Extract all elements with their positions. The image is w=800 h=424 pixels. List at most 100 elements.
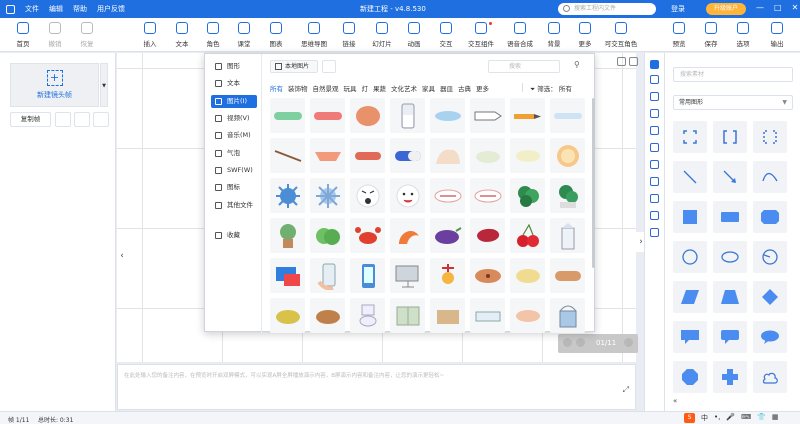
category-video[interactable]: 视频(V) bbox=[211, 112, 257, 125]
category-favorites[interactable]: 收藏 bbox=[211, 229, 257, 242]
asset-item-sticker-a[interactable] bbox=[430, 178, 465, 213]
category-other-files[interactable]: 其他文件 bbox=[211, 199, 257, 212]
category-music[interactable]: 音乐(M) bbox=[211, 129, 257, 142]
swf-tab-icon[interactable] bbox=[650, 177, 659, 186]
tag-furniture[interactable]: 家具 bbox=[422, 83, 435, 93]
asset-item-leaf-cluster[interactable] bbox=[510, 178, 545, 213]
asset-item-green-bar[interactable] bbox=[270, 98, 305, 133]
interactive-role-button[interactable]: 可交互角色 bbox=[599, 22, 643, 48]
icons-tab-icon[interactable] bbox=[650, 194, 659, 203]
asset-item-label-tag[interactable] bbox=[470, 98, 505, 133]
shape-curve[interactable] bbox=[753, 161, 787, 193]
asset-item-angry-face[interactable] bbox=[350, 178, 385, 213]
asset-item-milk-carton[interactable] bbox=[550, 218, 585, 253]
tag-lamps[interactable]: 灯 bbox=[362, 83, 369, 93]
interactive-component-button[interactable]: 交互组件 bbox=[464, 22, 498, 48]
ruler-icon[interactable] bbox=[629, 57, 638, 66]
asset-item-foam[interactable] bbox=[510, 138, 545, 173]
tag-decorations[interactable]: 装饰物 bbox=[288, 83, 308, 93]
chart-button[interactable]: 图表 bbox=[261, 22, 291, 48]
asset-item-pancake[interactable] bbox=[550, 138, 585, 173]
sogou-ime-icon[interactable]: S bbox=[684, 413, 695, 423]
shape-ellipse[interactable] bbox=[713, 241, 747, 273]
next-page-icon[interactable] bbox=[624, 338, 633, 347]
animation-button[interactable]: 动画 bbox=[399, 22, 429, 48]
asset-item-monitor[interactable] bbox=[390, 258, 425, 293]
shape-frame[interactable] bbox=[673, 121, 707, 153]
shape-speech-rect[interactable] bbox=[673, 321, 707, 353]
material-search-input[interactable]: 搜索素材 bbox=[673, 67, 793, 82]
project-search-input[interactable]: 搜索工程内文件 bbox=[558, 3, 656, 15]
asset-item-potted-plant[interactable] bbox=[270, 218, 305, 253]
tag-classical[interactable]: 古典 bbox=[458, 83, 471, 93]
classroom-button[interactable]: 课堂 bbox=[229, 22, 259, 48]
asset-item-virus-light[interactable] bbox=[310, 178, 345, 213]
asset-item-lemon[interactable] bbox=[510, 258, 545, 293]
asset-item-window[interactable] bbox=[390, 298, 425, 333]
category-shapes[interactable]: 图形 bbox=[211, 60, 257, 73]
login-link[interactable]: 登录 bbox=[671, 4, 685, 14]
notes-area[interactable]: 在此处输入您的备注内容，在预览时开启双屏模式，可以实现A屏全屏播放演示内容，B屏… bbox=[117, 364, 636, 410]
shape-trapezoid[interactable] bbox=[713, 281, 747, 313]
link-button[interactable]: 链接 bbox=[334, 22, 364, 48]
asset-item-plant[interactable] bbox=[550, 178, 585, 213]
collapse-left-icon[interactable]: ‹ bbox=[117, 246, 127, 266]
category-image[interactable]: 图片(I) bbox=[211, 95, 257, 108]
home-button[interactable]: 首页 bbox=[8, 22, 38, 48]
shape-circle[interactable] bbox=[673, 241, 707, 273]
tag-toys[interactable]: 玩具 bbox=[344, 83, 357, 93]
asset-item-bread[interactable] bbox=[550, 258, 585, 293]
asset-item-lettuce[interactable] bbox=[310, 218, 345, 253]
category-text[interactable]: 文本 bbox=[211, 77, 257, 90]
asset-item-cherries[interactable] bbox=[510, 218, 545, 253]
asset-item-bluebar[interactable] bbox=[550, 98, 585, 133]
menu-help[interactable]: 帮助 bbox=[73, 4, 87, 14]
local-image-button[interactable]: 本地图片 bbox=[270, 60, 318, 73]
background-button[interactable]: 背景 bbox=[539, 22, 569, 48]
bubble-tab-icon[interactable] bbox=[650, 160, 659, 169]
shape-cloud[interactable] bbox=[753, 361, 787, 393]
camera-icon[interactable] bbox=[55, 112, 71, 127]
tag-all[interactable]: 所有 bbox=[270, 83, 283, 93]
collapse-panel-icon[interactable]: « bbox=[673, 397, 677, 405]
shapes-tab-icon[interactable] bbox=[650, 60, 659, 69]
asset-item-eggplant[interactable] bbox=[430, 218, 465, 253]
close-button[interactable]: ✕ bbox=[792, 3, 799, 12]
more-button[interactable]: 更多 bbox=[570, 22, 600, 48]
asset-item-crab[interactable] bbox=[350, 218, 385, 253]
other-tab-icon[interactable] bbox=[650, 228, 659, 237]
grid-icon[interactable] bbox=[617, 57, 626, 66]
text-tab-icon[interactable] bbox=[650, 92, 659, 101]
save-button[interactable]: 保存 bbox=[696, 22, 726, 48]
speech-synthesis-button[interactable]: 语音合成 bbox=[503, 22, 537, 48]
role-button[interactable]: 角色 bbox=[198, 22, 228, 48]
tag-nature[interactable]: 自然景观 bbox=[313, 83, 339, 93]
ime-mode[interactable]: 中 bbox=[701, 413, 708, 423]
asset-item-egg[interactable] bbox=[350, 98, 385, 133]
pin-icon[interactable]: ⚲ bbox=[574, 60, 580, 69]
preview-button[interactable]: 预览 bbox=[664, 22, 694, 48]
asset-item-bun[interactable] bbox=[470, 258, 505, 293]
upgrade-button[interactable]: 升级账户 bbox=[706, 3, 746, 15]
shape-diamond[interactable] bbox=[753, 281, 787, 313]
tag-more[interactable]: 更多 bbox=[476, 83, 489, 93]
asset-item-milk-glass[interactable] bbox=[390, 98, 425, 133]
insert-button[interactable]: 插入 bbox=[135, 22, 165, 48]
filter-dropdown[interactable]: ⏷ 筛选： 所有 bbox=[530, 83, 572, 94]
options-button[interactable]: 选项 bbox=[728, 22, 758, 48]
expand-icon[interactable]: ⤢ bbox=[623, 385, 629, 395]
shape-cross[interactable] bbox=[713, 361, 747, 393]
asset-item-phone-app[interactable] bbox=[350, 258, 385, 293]
asset-item-stick[interactable] bbox=[270, 138, 305, 173]
skin-icon[interactable]: 👕 bbox=[757, 413, 766, 423]
export-button[interactable]: 输出 bbox=[762, 22, 792, 48]
asset-item-capsule[interactable] bbox=[390, 138, 425, 173]
asset-item-pen[interactable] bbox=[510, 98, 545, 133]
microphone-icon[interactable]: 🎤 bbox=[726, 413, 735, 423]
asset-item-brown-cake[interactable] bbox=[310, 298, 345, 333]
redo-button[interactable]: 恢复 bbox=[72, 22, 102, 48]
asset-item-red-bar[interactable] bbox=[310, 98, 345, 133]
category-bubble[interactable]: 气泡 bbox=[211, 147, 257, 160]
frame-dropdown-button[interactable]: ▼ bbox=[100, 63, 108, 107]
asset-item-tray[interactable] bbox=[470, 298, 505, 333]
